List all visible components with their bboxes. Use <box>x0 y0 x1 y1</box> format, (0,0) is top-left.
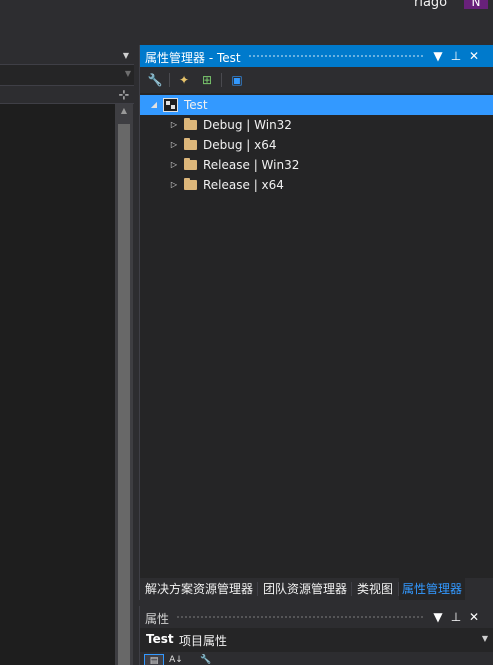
document-list-dropdown-icon[interactable]: ▼ <box>120 50 132 62</box>
add-new-property-sheet-icon[interactable]: ✦ <box>175 71 193 89</box>
tab-solution-explorer[interactable]: 解决方案资源管理器 <box>142 578 256 600</box>
scrollbar-thumb[interactable] <box>118 124 130 665</box>
expand-icon[interactable]: ▷ <box>169 115 179 135</box>
pin-icon[interactable]: ⊥ <box>448 47 464 65</box>
window-position-dropdown-icon[interactable]: ▼ <box>430 47 446 65</box>
toolbar-separator <box>169 73 170 87</box>
object-type: 项目属性 <box>179 634 228 648</box>
property-tree[interactable]: ◢ Test ▷ Debug | Win32 ▷ Debug | x64 ▷ R… <box>140 93 493 581</box>
toolbar-separator <box>221 73 222 87</box>
property-manager-panel: 属性管理器 - Test ▼ ⊥ ✕ 🔧 ✦ ⊞ ▣ ◢ Test ▷ Debu… <box>139 45 493 600</box>
tab-class-view[interactable]: 类视图 <box>354 578 396 600</box>
properties-panel: 属性 ▼ ⊥ ✕ Test 项目属性 ▼ ▤ A↓ 🔧 <box>139 606 493 665</box>
tree-item-config[interactable]: ▷ Release | x64 <box>140 175 493 195</box>
tree-item-label: Debug | x64 <box>203 138 277 152</box>
alphabetical-icon[interactable]: A↓ <box>166 654 186 665</box>
tree-item-config[interactable]: ▷ Debug | x64 <box>140 135 493 155</box>
collapse-icon[interactable]: ◢ <box>149 95 159 115</box>
chevron-down-icon: ▼ <box>124 69 131 78</box>
expand-icon[interactable]: ▷ <box>169 135 179 155</box>
add-existing-property-sheet-icon[interactable]: ⊞ <box>198 71 216 89</box>
folder-icon <box>184 138 197 150</box>
code-editor[interactable] <box>0 104 115 665</box>
drag-grip[interactable] <box>176 615 424 620</box>
user-avatar[interactable]: N <box>464 0 488 9</box>
folder-icon <box>184 178 197 190</box>
tab-property-manager[interactable]: 属性管理器 <box>399 578 466 600</box>
tab-separator <box>257 582 258 596</box>
properties-toolbar: ▤ A↓ 🔧 <box>140 652 493 665</box>
tree-item-label: Release | Win32 <box>203 158 300 172</box>
wrench-icon[interactable]: 🔧 <box>146 71 164 89</box>
tree-item-label: Test <box>184 98 208 112</box>
tree-item-label: Debug | Win32 <box>203 118 292 132</box>
property-pages-icon[interactable]: 🔧 <box>196 654 216 665</box>
title-bar: riago N <box>0 0 493 46</box>
tree-item-config[interactable]: ▷ Release | Win32 <box>140 155 493 175</box>
close-icon[interactable]: ✕ <box>466 47 482 65</box>
tree-item-config[interactable]: ▷ Debug | Win32 <box>140 115 493 135</box>
pin-icon[interactable]: ⊥ <box>448 608 464 626</box>
close-icon[interactable]: ✕ <box>466 608 482 626</box>
project-icon <box>163 98 178 112</box>
user-name[interactable]: riago <box>414 0 447 10</box>
split-window-icon[interactable]: ⊹ <box>115 88 133 104</box>
save-icon[interactable]: ▣ <box>228 71 246 89</box>
scroll-up-icon[interactable]: ▲ <box>115 104 133 118</box>
navigation-dropdown[interactable]: ▼ <box>0 64 134 86</box>
tab-separator <box>351 582 352 596</box>
property-manager-toolbar: 🔧 ✦ ⊞ ▣ <box>140 67 493 93</box>
folder-icon <box>184 118 197 130</box>
categorized-icon[interactable]: ▤ <box>144 654 164 665</box>
panel-title: 属性 <box>145 612 170 626</box>
panel-title: 属性管理器 - Test <box>145 51 241 65</box>
expand-icon[interactable]: ▷ <box>169 155 179 175</box>
tool-window-tabs: 解决方案资源管理器 团队资源管理器 类视图 属性管理器 <box>140 578 493 600</box>
tab-team-explorer[interactable]: 团队资源管理器 <box>260 578 350 600</box>
drag-grip[interactable] <box>248 54 424 59</box>
chevron-down-icon: ▼ <box>481 634 488 643</box>
editor-sub-header <box>0 86 134 104</box>
tree-item-label: Release | x64 <box>203 178 284 192</box>
object-selector[interactable]: Test 项目属性 ▼ <box>140 630 493 650</box>
folder-icon <box>184 158 197 170</box>
expand-icon[interactable]: ▷ <box>169 175 179 195</box>
tree-item-test[interactable]: ◢ Test <box>140 95 493 115</box>
object-name: Test <box>146 632 174 646</box>
property-manager-title-bar[interactable]: 属性管理器 - Test ▼ ⊥ ✕ <box>140 45 493 67</box>
window-position-dropdown-icon[interactable]: ▼ <box>430 608 446 626</box>
properties-title-bar[interactable]: 属性 ▼ ⊥ ✕ <box>140 606 493 628</box>
